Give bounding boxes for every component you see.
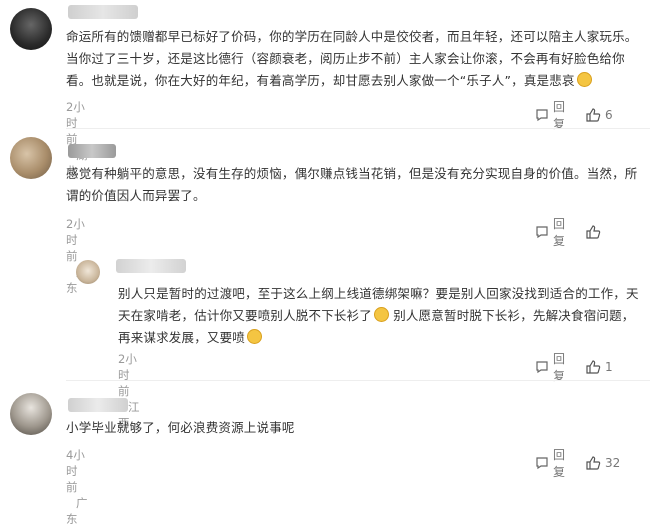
thumbs-up-icon xyxy=(585,224,601,240)
like-count: 6 xyxy=(605,108,613,122)
location: 广东 xyxy=(66,496,88,526)
reply-icon xyxy=(535,456,549,470)
comment-line: 再来谋求发展，又要喷 xyxy=(118,327,643,349)
comment-line: 天在家啃老，估计你又要喷别人脱不下长衫了 别人愿意暂时脱下长衫，先解决食宿问题， xyxy=(118,307,635,323)
grin-emoji-icon xyxy=(374,307,390,322)
avatar[interactable] xyxy=(10,137,52,179)
grin-emoji-icon xyxy=(247,329,263,344)
reply-label: 回复 xyxy=(553,100,566,131)
comment-actions: 回复 xyxy=(535,215,601,249)
like-button[interactable]: 32 xyxy=(585,455,620,471)
reply-icon xyxy=(535,108,549,122)
thumbs-up-icon xyxy=(585,359,601,375)
like-count: 32 xyxy=(605,456,621,470)
like-button[interactable]: 6 xyxy=(585,107,613,123)
reply-button[interactable]: 回复 xyxy=(535,215,565,249)
comment-line: 感觉有种躺平的意思，没有生存的烦恼，偶尔赚点钱当花销，但是没有充分实现自身的价值… xyxy=(66,166,638,181)
reply-text: 别人只是暂时的过渡吧，至于这么上纲上线道德绑架嘛？要是别人回家没找到适合的工作，… xyxy=(118,283,643,349)
timestamp: 2小时前 xyxy=(118,352,137,398)
comment-text: 命运所有的馈赠都早已标好了价码，你的学历在同龄人中是佼佼者，而且年轻，还可以陪主… xyxy=(66,26,641,92)
like-button[interactable] xyxy=(585,224,601,240)
smile-emoji-icon xyxy=(576,72,592,87)
avatar[interactable] xyxy=(76,260,100,284)
comment-actions: 回复 6 xyxy=(535,98,613,132)
reply-button[interactable]: 回复 xyxy=(535,98,565,132)
like-button[interactable]: 1 xyxy=(585,359,613,375)
comment-meta: 4小时前广东 xyxy=(66,447,88,527)
reply-icon xyxy=(535,225,549,239)
reply-icon xyxy=(535,360,549,374)
divider xyxy=(66,128,650,129)
avatar[interactable] xyxy=(10,393,52,435)
comment-line: 命运所有的馈赠都早已标好了价码，你的学历在同龄人中是佼佼者，而且年轻，还可以陪主… xyxy=(66,29,638,44)
comment-actions: 回复 32 xyxy=(535,446,620,480)
thumbs-up-icon xyxy=(585,455,601,471)
comment-line: 别人只是暂时的过渡吧，至于这么上纲上线道德绑架嘛？要是别人回家没找到适合的工作，… xyxy=(118,286,639,301)
username-blurred[interactable] xyxy=(68,5,138,19)
comment-text: 感觉有种躺平的意思，没有生存的烦恼，偶尔赚点钱当花销，但是没有充分实现自身的价值… xyxy=(66,163,641,207)
thumbs-up-icon xyxy=(585,107,601,123)
like-count: 1 xyxy=(605,360,613,374)
comment-line: 谓的价值因人而异罢了。 xyxy=(66,188,206,203)
reply-button[interactable]: 回复 xyxy=(535,350,565,384)
timestamp: 2小时前 xyxy=(66,217,85,263)
divider xyxy=(66,380,650,381)
username-blurred[interactable] xyxy=(68,144,116,158)
reply-label: 回复 xyxy=(553,217,566,248)
timestamp: 4小时前 xyxy=(66,448,85,494)
timestamp: 2小时前 xyxy=(66,100,85,146)
comment-line: 当你过了三十岁，还是这比德行（容颜衰老，阅历止步不前）主人家会让你滚，不会再有好… xyxy=(66,51,625,66)
reply-label: 回复 xyxy=(553,448,566,479)
comment-meta: 2小时前广东 xyxy=(66,216,88,296)
reply-button[interactable]: 回复 xyxy=(535,446,565,480)
comment-line: 小学毕业就够了，何必浪费资源上说事呢 xyxy=(66,420,295,435)
username-blurred[interactable] xyxy=(116,259,186,273)
reply-label: 回复 xyxy=(553,352,566,383)
username-blurred[interactable] xyxy=(68,398,128,412)
comment-actions: 回复 1 xyxy=(535,350,613,384)
comment-text: 小学毕业就够了，何必浪费资源上说事呢 xyxy=(66,417,641,439)
comment-line: 看。也就是说，你在大好的年纪，有着高学历，却甘愿去别人家做一个“乐子人”，真是悲… xyxy=(66,70,641,92)
avatar[interactable] xyxy=(10,8,52,50)
